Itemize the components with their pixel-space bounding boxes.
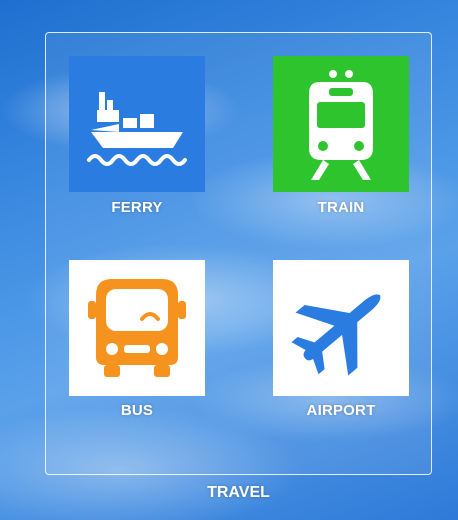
train-icon [309,70,373,180]
airport-tile[interactable] [273,260,409,396]
bus-icon [88,279,186,377]
airplane-icon [291,294,381,376]
airport-label: AIRPORT [306,402,376,419]
bus-label: BUS [120,402,154,419]
group-title: TRAVEL [207,484,270,501]
bus-tile[interactable] [69,260,205,396]
ferry-tile[interactable] [69,56,205,192]
ferry-icon [87,92,187,166]
train-label: TRAIN [317,199,365,216]
train-tile[interactable] [273,56,409,192]
ferry-label: FERRY [111,199,163,216]
